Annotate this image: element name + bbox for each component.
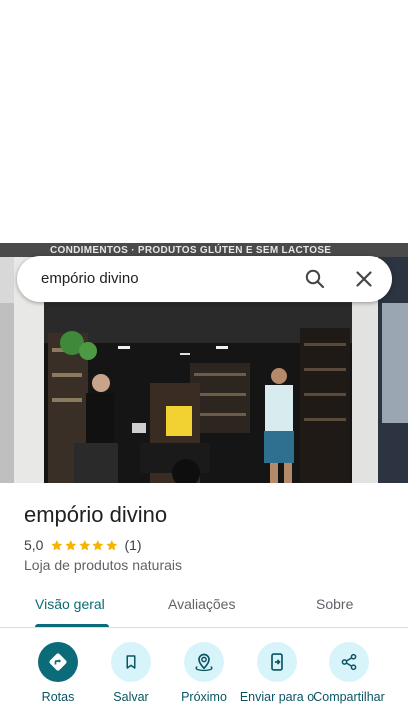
share-button[interactable]: Compartilhar [309,642,389,726]
rating-value: 5,0 [24,537,44,553]
screen: CONDIMENTOS · PRODUTOS GLÚTEN E SEM LACT… [0,0,408,726]
search-bar[interactable]: empório divino [17,256,392,302]
send-to-phone-label: Enviar para o [239,690,315,704]
search-input[interactable]: empório divino [41,270,139,287]
tab-bar: Visão geral Avaliações Sobre [0,586,408,628]
directions-label: Rotas [41,690,75,704]
active-tab-indicator [35,624,109,627]
tab-overview[interactable]: Visão geral [35,596,105,612]
store-sign-text: CONDIMENTOS · PRODUTOS GLÚTEN E SEM LACT… [50,243,331,256]
send-to-phone-button[interactable]: Enviar para o [237,642,317,726]
place-title: empório divino [24,502,168,527]
directions-button[interactable]: Rotas [18,642,98,726]
save-label: Salvar [113,690,149,704]
star-icon [65,539,77,550]
directions-icon [38,642,78,682]
nearby-icon [184,642,224,682]
star-icon [51,539,63,550]
search-icon[interactable] [303,267,327,291]
close-icon[interactable] [352,267,376,291]
share-icon [329,642,369,682]
nearby-label: Próximo [181,690,227,704]
tab-reviews[interactable]: Avaliações [168,596,235,612]
place-category: Loja de produtos naturais [24,557,182,573]
star-icon [79,539,90,550]
save-button[interactable]: Salvar [91,642,171,726]
review-count[interactable]: (1) [124,537,141,553]
share-label: Compartilhar [313,690,385,704]
star-icon [92,539,104,550]
bookmark-icon [111,642,151,682]
rating-row[interactable]: 5,0 (1) [24,537,142,553]
star-icon [106,539,118,550]
tab-about[interactable]: Sobre [316,596,353,612]
nearby-button[interactable]: Próximo [164,642,244,726]
send-to-phone-icon [257,642,297,682]
rating-stars [50,539,118,552]
